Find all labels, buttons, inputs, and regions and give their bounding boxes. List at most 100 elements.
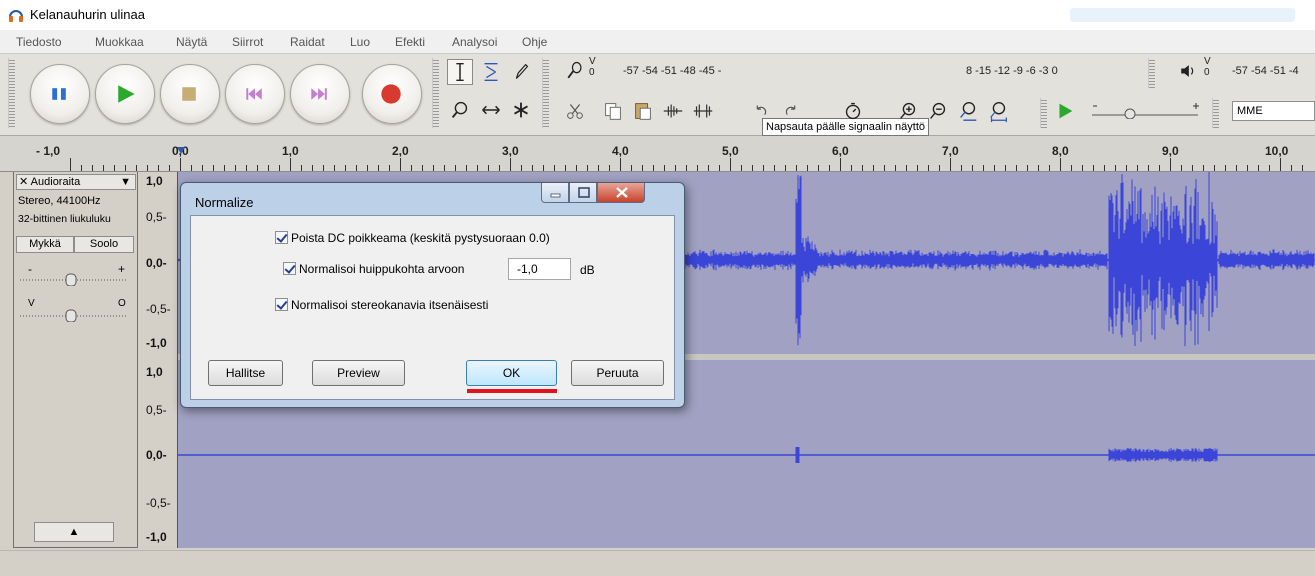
- menu-help[interactable]: Ohje: [522, 35, 547, 49]
- ruler-tick: [532, 165, 533, 171]
- ruler-tick: [719, 165, 720, 171]
- normalize-peak-option[interactable]: Normalisoi huippukohta arvoon: [283, 262, 464, 276]
- normalize-independent-option[interactable]: Normalisoi stereokanavia itsenäisesti: [275, 298, 488, 312]
- draw-tool[interactable]: [508, 59, 534, 85]
- time-shift-tool[interactable]: [478, 97, 504, 123]
- cancel-button[interactable]: Peruuta: [571, 360, 664, 386]
- gain-slider[interactable]: - +: [18, 262, 128, 287]
- menu-tracks[interactable]: Raidat: [290, 35, 325, 49]
- trim-button[interactable]: [660, 98, 686, 124]
- menu-transport[interactable]: Siirrot: [232, 35, 263, 49]
- record-button[interactable]: [362, 64, 422, 124]
- normalize-independent-checkbox[interactable]: [275, 298, 288, 311]
- ruler-tick: [631, 165, 632, 171]
- ruler-tick: [1203, 165, 1204, 171]
- gain-slider-track: [20, 273, 126, 287]
- close-track-icon[interactable]: ✕: [19, 176, 28, 188]
- toolbar-grip[interactable]: [8, 58, 15, 128]
- ruler-tick: [312, 165, 313, 171]
- record-meter-v: V: [589, 56, 596, 67]
- stopwatch-icon: [845, 102, 861, 120]
- redo-button[interactable]: [778, 98, 804, 124]
- fit-selection-button[interactable]: [955, 98, 981, 124]
- ruler-tick: [1225, 165, 1226, 171]
- zoom-tool[interactable]: [447, 97, 473, 123]
- pan-left: V: [28, 298, 35, 309]
- play-button[interactable]: [95, 64, 155, 124]
- fit-project-button[interactable]: [985, 98, 1011, 124]
- cut-button[interactable]: [562, 98, 588, 124]
- peak-level-input[interactable]: -1,0: [508, 258, 571, 280]
- stop-icon: [182, 87, 196, 101]
- envelope-tool[interactable]: [478, 59, 504, 85]
- preview-button[interactable]: Preview: [312, 360, 405, 386]
- zoom-out-icon: [930, 102, 946, 119]
- selection-tool[interactable]: [447, 59, 473, 85]
- pan-slider[interactable]: V O: [18, 298, 128, 323]
- zoom-in-button[interactable]: [895, 98, 921, 124]
- zoom-out-button[interactable]: [925, 98, 951, 124]
- ruler-tick: [961, 165, 962, 171]
- playback-speed-slider[interactable]: [1090, 103, 1200, 120]
- undo-button[interactable]: [748, 98, 774, 124]
- zoom-fit-project-icon: [990, 102, 1007, 123]
- play-at-speed-grip[interactable]: [1040, 98, 1047, 128]
- collapse-track-button[interactable]: ▲: [34, 522, 114, 542]
- stop-button[interactable]: [160, 64, 220, 124]
- maximize-button[interactable]: [569, 183, 597, 203]
- remove-dc-option[interactable]: Poista DC poikkeama (keskitä pystysuoraa…: [275, 231, 550, 245]
- ruler-tick: [444, 165, 445, 171]
- close-button[interactable]: [597, 183, 645, 203]
- ruler-tick: [1137, 165, 1138, 171]
- meter-grip[interactable]: [542, 58, 549, 128]
- ok-button[interactable]: OK: [466, 360, 557, 386]
- ruler-tick: [290, 158, 291, 171]
- ruler-tick: [851, 165, 852, 171]
- device-grip[interactable]: [1212, 98, 1219, 128]
- ruler-tick: [829, 165, 830, 171]
- speaker-icon: [1181, 65, 1194, 77]
- timer-button[interactable]: [840, 98, 866, 124]
- play-at-speed-button[interactable]: [1052, 98, 1078, 124]
- ruler-tick: [774, 165, 775, 171]
- normalize-peak-checkbox[interactable]: [283, 262, 296, 275]
- ruler-tick: [1192, 165, 1193, 171]
- remove-dc-checkbox[interactable]: [275, 231, 288, 244]
- timeline-ruler[interactable]: - 1,0 0,0 1,0 2,0 3,0 4,0 5,0 6,0 7,0 8,…: [0, 136, 1315, 172]
- minimize-button[interactable]: [541, 183, 569, 203]
- playback-meter-grip[interactable]: [1148, 58, 1155, 88]
- silence-button[interactable]: [690, 98, 716, 124]
- ruler-tick: [763, 165, 764, 171]
- mute-button[interactable]: Mykkä: [16, 236, 74, 253]
- copy-button[interactable]: [600, 98, 626, 124]
- record-meter-menu[interactable]: [563, 58, 587, 84]
- ruler-tick: [620, 158, 621, 171]
- menu-analyze[interactable]: Analysoi: [452, 35, 497, 49]
- track-control-panel: ✕ Audioraita ▼ Stereo, 44100Hz 32-bittin…: [13, 172, 138, 548]
- multi-tool[interactable]: [508, 97, 534, 123]
- collapse-arrow-icon: ▲: [68, 526, 80, 538]
- menu-view[interactable]: Näytä: [176, 35, 207, 49]
- track-name-menu[interactable]: ✕ Audioraita ▼: [16, 174, 136, 190]
- ruler-tick: [884, 165, 885, 171]
- gain-plus: +: [118, 262, 126, 276]
- ruler-tick: [356, 165, 357, 171]
- paste-button[interactable]: [630, 98, 656, 124]
- ruler-tick: [895, 165, 896, 171]
- ruler-tick: [81, 165, 82, 171]
- menu-generate[interactable]: Luo: [350, 35, 370, 49]
- pause-button[interactable]: [30, 64, 90, 124]
- skip-to-end-button[interactable]: [290, 64, 350, 124]
- solo-button[interactable]: Soolo: [74, 236, 134, 253]
- amp-label: 1,0: [146, 365, 163, 379]
- audio-host-select[interactable]: MME: [1232, 101, 1315, 121]
- playback-meter-menu[interactable]: [1176, 58, 1200, 84]
- skip-start-icon: [246, 88, 262, 100]
- tools-grip[interactable]: [432, 58, 439, 128]
- amplitude-ruler[interactable]: 1,0 0,5- 0,0- -0,5- -1,0 1,0 0,5- 0,0- -…: [138, 172, 178, 548]
- menu-file[interactable]: Tiedosto: [16, 35, 62, 49]
- menu-effect[interactable]: Efekti: [395, 35, 425, 49]
- skip-to-start-button[interactable]: [225, 64, 285, 124]
- menu-edit[interactable]: Muokkaa: [95, 35, 144, 49]
- manage-button[interactable]: Hallitse: [208, 360, 283, 386]
